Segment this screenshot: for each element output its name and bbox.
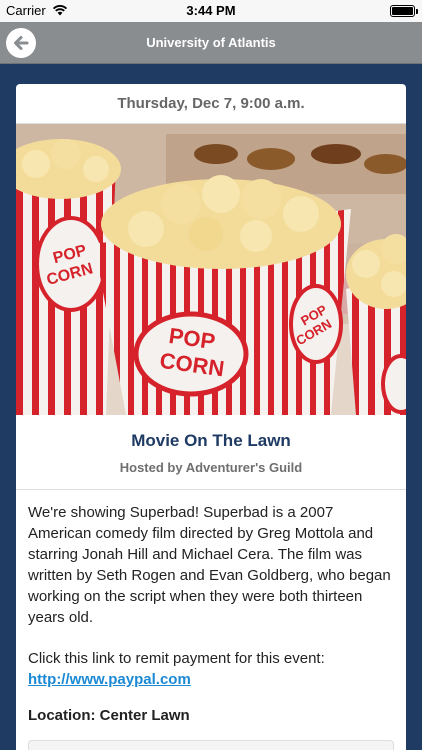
location-map[interactable] <box>28 740 394 750</box>
nav-bar: University of Atlantis <box>0 22 422 64</box>
event-title: Movie On The Lawn <box>131 431 291 450</box>
event-date: Thursday, Dec 7, 9:00 a.m. <box>16 84 406 124</box>
event-location: Location: Center Lawn <box>28 707 190 724</box>
payment-text: Click this link to remit payment for thi… <box>28 650 325 667</box>
event-description: We're showing Superbad! Superbad is a 20… <box>28 504 391 626</box>
payment-link[interactable]: http://www.paypal.com <box>28 671 191 688</box>
popcorn-illustration: POP CORN POP CORN POP CORN <box>16 124 406 415</box>
event-image: POP CORN POP CORN POP CORN <box>16 124 406 415</box>
clock: 3:44 PM <box>186 3 236 18</box>
status-bar: Carrier 3:44 PM <box>0 0 422 22</box>
event-host: Hosted by Adventurer's Guild <box>119 460 303 475</box>
event-card: Thursday, Dec 7, 9:00 a.m. POP CORN POP … <box>16 84 406 750</box>
nav-title: University of Atlantis <box>146 35 276 50</box>
battery-icon <box>390 5 418 17</box>
payment-section: Click this link to remit payment for thi… <box>16 628 406 690</box>
